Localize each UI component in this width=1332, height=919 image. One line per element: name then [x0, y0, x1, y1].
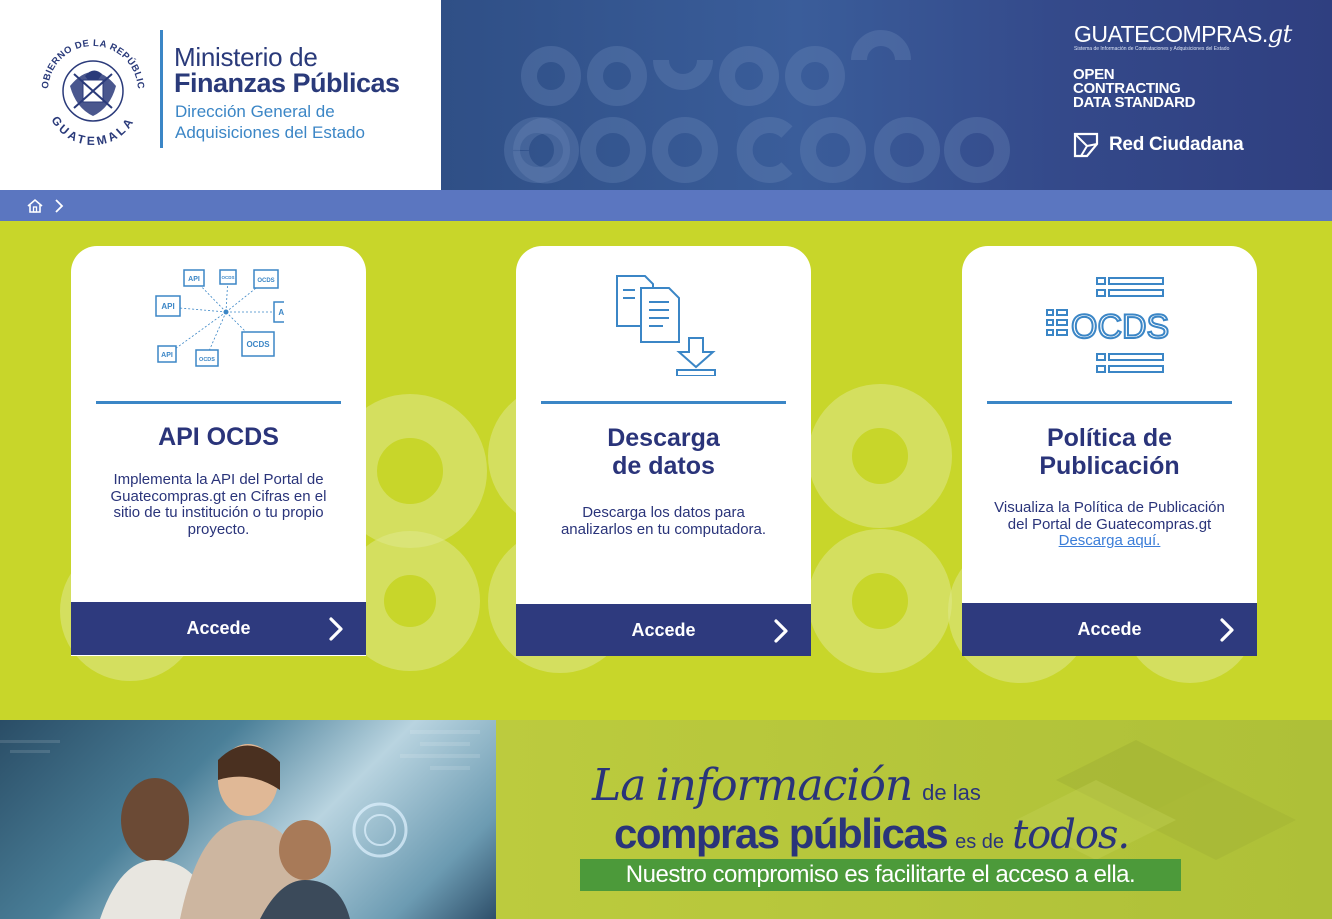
- svg-text:API: API: [278, 308, 284, 317]
- card-api-ocds: API OCDS OCDS API API API OCDS OCDS API …: [71, 246, 366, 656]
- divider: [160, 30, 163, 148]
- ministry-subtitle-line1: Dirección General de: [175, 102, 335, 121]
- ministry-title-line2: Finanzas Públicas: [174, 68, 400, 98]
- chevron-right-icon: [774, 619, 788, 643]
- svg-text:API: API: [161, 352, 173, 359]
- site-header: GOBIERNO DE LA REPÚBLICA GUATEMALA Minis…: [0, 0, 1332, 190]
- accede-button-api[interactable]: Accede: [71, 602, 366, 655]
- button-label: Accede: [1077, 619, 1142, 639]
- guatecompras-logo: GUATECOMPRAS.gt: [1074, 20, 1292, 48]
- slogan-la: La: [592, 760, 646, 811]
- ministry-branding: GOBIERNO DE LA REPÚBLICA GUATEMALA Minis…: [0, 0, 441, 190]
- card-description: Implementa la API del Portal de Guatecom…: [110, 471, 327, 538]
- chevron-right-icon: [55, 198, 64, 213]
- card-title: Descarga de datos: [526, 424, 801, 480]
- card-description: Visualiza la Política de Publicación del…: [992, 499, 1227, 550]
- card-title-line1: Descarga: [607, 424, 720, 452]
- card-title: API OCDS: [158, 423, 279, 451]
- guatecompras-subtitle: Sistema de Información de Contrataciones…: [1074, 46, 1230, 52]
- red-ciudadana-text: Red Ciudadana: [1109, 134, 1244, 155]
- breadcrumb: [0, 190, 1332, 221]
- card-description-text: Visualiza la Política de Publicación del…: [994, 499, 1225, 533]
- document-download-icon: [615, 275, 716, 376]
- red-ciudadana-logo: Red Ciudadana: [1073, 132, 1244, 158]
- slogan-line1: La información de las: [592, 760, 981, 811]
- chevron-right-icon: [1220, 618, 1234, 642]
- svg-text:API: API: [188, 276, 200, 283]
- svg-text:OCDS: OCDS: [199, 357, 215, 363]
- card-title-line1: Política de: [1046, 424, 1173, 452]
- team-photo: [0, 720, 496, 919]
- button-label: Accede: [186, 618, 251, 638]
- guatecompras-wordmark: GUATECOMPRAS.: [1074, 21, 1268, 47]
- card-divider: [541, 401, 786, 404]
- card-divider: [987, 401, 1232, 404]
- svg-text:OCDS: OCDS: [257, 278, 274, 284]
- chevron-right-icon: [329, 617, 343, 641]
- api-network-icon: API OCDS OCDS API API API OCDS OCDS: [154, 269, 284, 367]
- card-title-line2: Publicación: [1039, 452, 1180, 480]
- svg-text:OCDS: OCDS: [1071, 308, 1169, 346]
- commitment-bar: Nuestro compromiso es facilitarte el acc…: [580, 859, 1181, 891]
- card-title-line2: de datos: [612, 452, 715, 480]
- accede-button-descarga[interactable]: Accede: [516, 604, 811, 656]
- descarga-aqui-link[interactable]: Descarga aquí.: [992, 532, 1227, 550]
- guatemala-seal-logo: GOBIERNO DE LA REPÚBLICA GUATEMALA: [30, 28, 146, 148]
- guatecompras-gt: gt: [1267, 20, 1293, 48]
- main-content: API OCDS OCDS API API API OCDS OCDS API …: [0, 221, 1332, 720]
- ministry-subtitle: Dirección General de Adquisiciones del E…: [175, 101, 365, 143]
- accede-button-politica[interactable]: Accede: [962, 603, 1257, 656]
- slogan-es-de: es de: [955, 831, 1005, 853]
- card-descarga-datos: Descarga de datos Descarga los datos par…: [516, 246, 811, 656]
- svg-text:GUATEMALA: GUATEMALA: [48, 113, 137, 148]
- home-icon[interactable]: [26, 198, 44, 214]
- slogan-compras-publicas: compras públicas: [614, 810, 949, 857]
- red-ciudadana-icon: [1073, 132, 1099, 158]
- ocds-list-icon: OCDS: [1045, 277, 1170, 373]
- card-divider: [96, 401, 341, 404]
- svg-text:API: API: [161, 302, 174, 311]
- partner-banner: GUATECOMPRAS.gt Sistema de Información d…: [441, 0, 1332, 190]
- card-politica-publicacion: OCDS Política de Publicación Visualiza l…: [962, 246, 1257, 656]
- people-working-image: [0, 730, 480, 919]
- slogan-line2: compras públicas es de todos.: [614, 810, 1130, 858]
- button-label: Accede: [631, 620, 696, 640]
- slogan-informacion: información: [655, 760, 913, 811]
- card-description: Descarga los datos para analizarlos en t…: [560, 504, 767, 538]
- card-title: Política de Publicación: [972, 424, 1247, 480]
- svg-text:OCDS: OCDS: [221, 275, 234, 280]
- ministry-subtitle-line2: Adquisiciones del Estado: [175, 123, 365, 142]
- ocds-logo-line3: DATA STANDARD: [1073, 94, 1196, 111]
- open-contracting-logo: OPEN CONTRACTING DATA STANDARD: [1073, 67, 1196, 111]
- slogan-panel: La información de las compras públicas e…: [496, 720, 1332, 919]
- slogan-de-las: de las: [922, 780, 981, 805]
- slogan-todos: todos.: [1012, 812, 1130, 858]
- svg-text:OCDS: OCDS: [246, 340, 270, 349]
- footer-banner: La información de las compras públicas e…: [0, 720, 1332, 919]
